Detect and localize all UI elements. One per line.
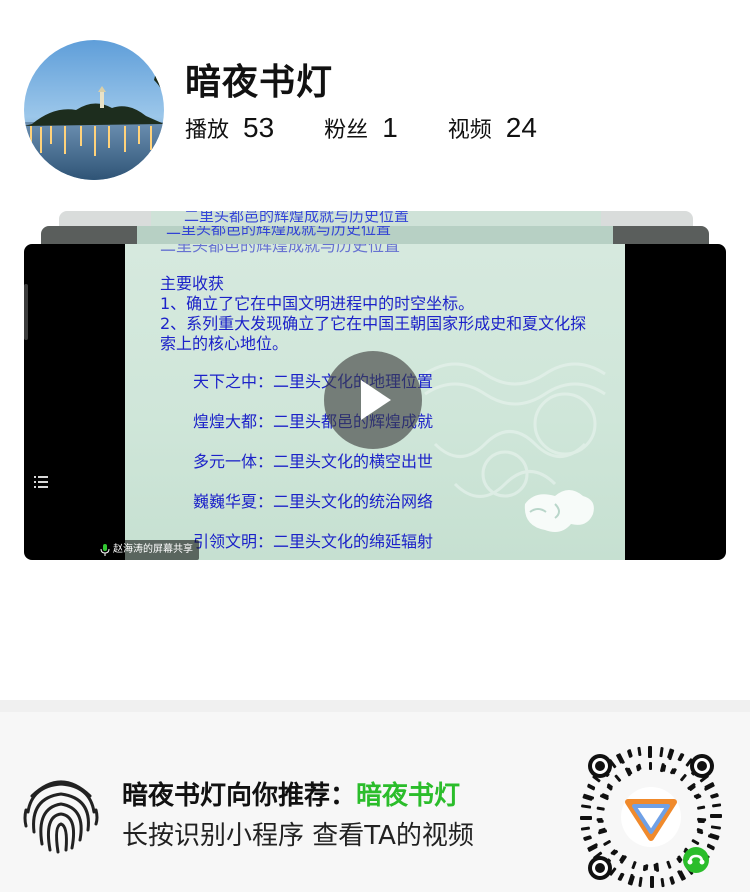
video-side-handle bbox=[24, 284, 28, 340]
recommend-line: 暗夜书灯向你推荐：暗夜书灯 bbox=[122, 778, 460, 814]
screen-share-label: 赵海涛的屏幕共享 bbox=[113, 544, 193, 555]
long-press-hint: 长按识别小程序 查看TA的视频 bbox=[122, 821, 474, 851]
screen-share-badge: 赵海涛的屏幕共享 bbox=[96, 540, 199, 560]
stacked-card-title: 二里头都邑的辉煌成就与历史位置 bbox=[166, 226, 392, 238]
mini-program-qrcode[interactable] bbox=[578, 744, 724, 890]
recommend-prefix: 暗夜书灯向你推荐： bbox=[122, 781, 357, 811]
stat-plays: 播放 53 bbox=[185, 110, 274, 149]
play-button[interactable] bbox=[324, 351, 422, 449]
slide-topic: 引领文明：二里头文化的绵延辐射 bbox=[193, 532, 434, 551]
stat-followers: 粉丝 1 bbox=[324, 110, 398, 149]
video-player[interactable]: 二里头都邑的辉煌成就与历史位置 主要收获 1、确立了它在中国文明进程中的时空坐标… bbox=[24, 244, 726, 560]
slide-topic: 巍巍华夏：二里头文化的统治网络 bbox=[193, 492, 434, 511]
stacked-card-title: 二里头都邑的辉煌成就与历史位置 bbox=[184, 211, 410, 225]
play-icon bbox=[361, 380, 391, 420]
slide-faded-header: 二里头都邑的辉煌成就与历史位置 bbox=[160, 244, 401, 255]
slide-heading: 主要收获 bbox=[160, 274, 225, 293]
stat-value: 53 bbox=[243, 112, 275, 143]
microphone-icon bbox=[100, 544, 110, 556]
stat-value: 1 bbox=[382, 112, 398, 143]
stat-label: 粉丝 bbox=[324, 118, 369, 143]
profile-stats: 播放 53 粉丝 1 视频 24 bbox=[185, 110, 537, 149]
stat-videos: 视频 24 bbox=[448, 110, 537, 149]
slide-topic: 多元一体：二里头文化的横空出世 bbox=[193, 452, 434, 471]
profile-name: 暗夜书灯 bbox=[185, 62, 334, 103]
stat-value: 24 bbox=[505, 112, 537, 143]
slide-point: 2、系列重大发现确立了它在中国王朝国家形成史和夏文化探 bbox=[160, 314, 587, 333]
slide-point: 索上的核心地位。 bbox=[160, 334, 289, 353]
fingerprint-icon bbox=[23, 780, 99, 854]
list-icon[interactable] bbox=[34, 474, 48, 493]
mini-program-footer: 暗夜书灯向你推荐：暗夜书灯 长按识别小程序 查看TA的视频 bbox=[0, 700, 750, 892]
avatar[interactable] bbox=[24, 40, 164, 180]
slide-point: 1、确立了它在中国文明进程中的时空坐标。 bbox=[160, 294, 475, 313]
stat-label: 播放 bbox=[185, 118, 230, 143]
recommend-highlight: 暗夜书灯 bbox=[356, 781, 461, 811]
stat-label: 视频 bbox=[447, 118, 492, 143]
